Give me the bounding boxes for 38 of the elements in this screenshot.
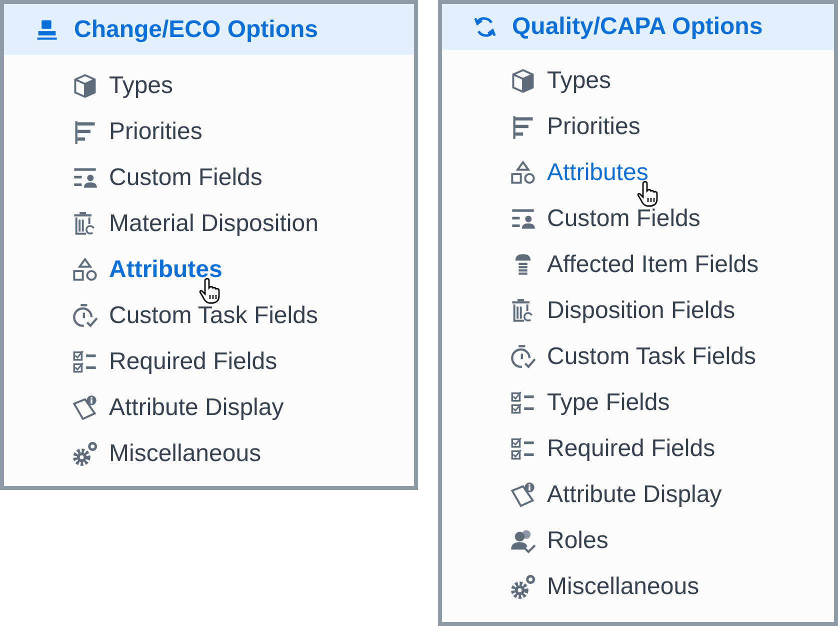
gears-icon [510, 574, 536, 600]
checklist-icon [510, 436, 536, 462]
checklist-icon [72, 349, 98, 375]
cube-icon [72, 73, 98, 99]
tag-info-icon [72, 395, 98, 421]
menu-link[interactable]: Affected Item Fields [547, 247, 759, 283]
menu-link[interactable]: Types [109, 68, 174, 104]
menu-link[interactable]: Required Fields [109, 344, 278, 380]
menu-link[interactable]: Attribute Display [109, 390, 284, 426]
menu-link[interactable]: Priorities [547, 109, 640, 145]
menu-link[interactable]: Custom Task Fields [547, 339, 756, 375]
gears-icon [72, 441, 98, 467]
menu-link[interactable]: Attributes [109, 252, 222, 288]
shapes-icon [510, 160, 536, 186]
checklist-icon [510, 390, 536, 416]
shapes-icon [72, 257, 98, 283]
menu-link[interactable]: Miscellaneous [109, 436, 262, 472]
refresh-icon [472, 14, 498, 40]
menu-link[interactable]: Required Fields [547, 431, 716, 467]
menu-link[interactable]: Custom Task Fields [109, 298, 318, 334]
stopwatch-check-icon [510, 344, 536, 370]
menu-link[interactable]: Material Disposition [109, 206, 318, 242]
menu-link[interactable]: Disposition Fields [547, 293, 736, 329]
people-check-icon [510, 528, 536, 554]
menu-link[interactable]: Priorities [109, 114, 202, 150]
tag-info-icon [510, 482, 536, 508]
menu-link[interactable]: Attribute Display [547, 477, 722, 513]
stopwatch-check-icon [72, 303, 98, 329]
menu-link[interactable]: Miscellaneous [547, 569, 700, 605]
panel-title: Quality/CAPA Options [512, 12, 763, 42]
menu-link[interactable]: Roles [547, 523, 608, 559]
menu-link[interactable]: Types [547, 63, 612, 99]
panel-title: Change/ECO Options [74, 14, 318, 44]
menu-link[interactable]: Custom Fields [547, 201, 700, 237]
menu-link[interactable]: Custom Fields [109, 160, 262, 196]
menu-link[interactable]: Attributes [547, 155, 648, 191]
cube-icon [510, 68, 536, 94]
menu-link[interactable]: Type Fields [547, 385, 670, 421]
